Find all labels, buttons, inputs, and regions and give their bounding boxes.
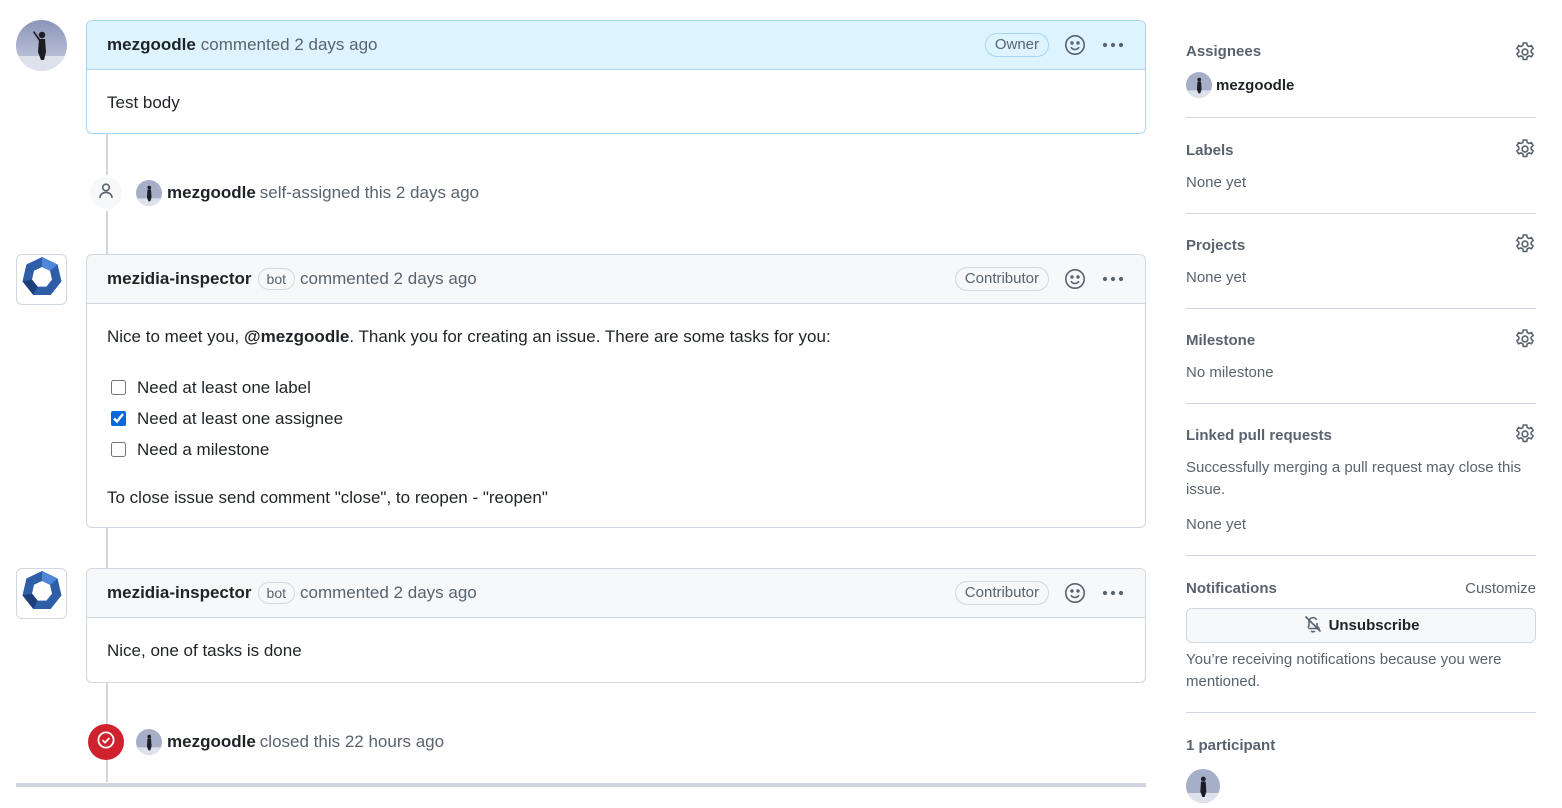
bot-badge: bot bbox=[257, 582, 296, 604]
smiley-icon[interactable] bbox=[1063, 581, 1087, 605]
bot-badge: bot bbox=[257, 268, 296, 290]
bot-avatar[interactable] bbox=[16, 254, 67, 305]
comment-timestamp[interactable]: commented 2 days ago bbox=[300, 269, 477, 289]
event-text: mezgoodle closed this 22 hours ago bbox=[167, 732, 444, 752]
task-checkbox[interactable] bbox=[111, 442, 126, 457]
timeline-event-assigned: mezgoodle self-assigned this 2 days ago bbox=[88, 175, 479, 211]
sidebar-participants: 1 participant bbox=[1186, 713, 1536, 808]
comment-author[interactable]: mezgoodle bbox=[107, 35, 196, 55]
avatar[interactable] bbox=[136, 729, 162, 755]
timeline-event-closed: mezgoodle closed this 22 hours ago bbox=[88, 724, 444, 760]
gear-icon[interactable] bbox=[1514, 41, 1536, 63]
gear-icon[interactable] bbox=[1514, 423, 1536, 445]
linked-prs-value: None yet bbox=[1186, 516, 1247, 533]
event-text: mezgoodle self-assigned this 2 days ago bbox=[167, 183, 479, 203]
issue-closed-icon bbox=[96, 730, 116, 755]
bell-slash-icon bbox=[1303, 614, 1323, 638]
sidebar-labels: Labels None yet bbox=[1186, 118, 1536, 214]
heptagon-logo-icon bbox=[20, 255, 64, 304]
task-item: Need a milestone bbox=[111, 434, 1125, 465]
person-icon bbox=[97, 182, 115, 205]
event-description: closed this 22 hours ago bbox=[259, 732, 445, 751]
event-author[interactable]: mezgoodle bbox=[167, 732, 256, 751]
sidebar-milestone: Milestone No milestone bbox=[1186, 309, 1536, 404]
sidebar-title[interactable]: Linked pull requests bbox=[1186, 427, 1332, 444]
sidebar-title[interactable]: Assignees bbox=[1186, 43, 1261, 60]
avatar[interactable] bbox=[136, 180, 162, 206]
sidebar-notifications: Notifications Customize Unsubscribe You’… bbox=[1186, 556, 1536, 713]
sidebar-title[interactable]: Projects bbox=[1186, 237, 1245, 254]
comment-owner: mezgoodle commented 2 days ago Owner Tes… bbox=[86, 20, 1146, 134]
comment-outro: To close issue send comment "close", to … bbox=[107, 488, 548, 507]
heptagon-logo-icon bbox=[20, 569, 64, 618]
comment-header: mezgoodle commented 2 days ago Owner bbox=[87, 21, 1145, 70]
comment-header: mezidia-inspector bot commented 2 days a… bbox=[87, 255, 1145, 304]
task-list: Need at least one label Need at least on… bbox=[111, 372, 1125, 465]
assignee-name: mezgoodle bbox=[1216, 76, 1295, 94]
event-author[interactable]: mezgoodle bbox=[167, 183, 256, 202]
avatar bbox=[1186, 72, 1212, 98]
gear-icon[interactable] bbox=[1514, 138, 1536, 160]
contributor-badge: Contributor bbox=[954, 581, 1049, 605]
timeline-end-divider bbox=[16, 783, 1146, 787]
comment-author[interactable]: mezidia-inspector bbox=[107, 583, 252, 603]
task-label: Need at least one assignee bbox=[137, 408, 344, 428]
notifications-reason: You’re receiving notifications because y… bbox=[1186, 651, 1502, 690]
task-checkbox[interactable] bbox=[111, 380, 126, 395]
task-label: Need at least one label bbox=[137, 377, 311, 397]
event-description: self-assigned this 2 days ago bbox=[259, 183, 480, 202]
task-item: Need at least one assignee bbox=[111, 403, 1125, 434]
sidebar-title[interactable]: Milestone bbox=[1186, 332, 1255, 349]
sidebar-assignees: Assignees mezgoodle bbox=[1186, 0, 1536, 118]
gear-icon[interactable] bbox=[1514, 328, 1536, 350]
linked-prs-description: Successfully merging a pull request may … bbox=[1186, 459, 1522, 498]
task-item: Need at least one label bbox=[111, 372, 1125, 403]
contributor-badge: Contributor bbox=[954, 267, 1049, 291]
gear-icon[interactable] bbox=[1514, 233, 1536, 255]
sidebar-title[interactable]: Labels bbox=[1186, 142, 1234, 159]
comment-timestamp[interactable]: commented 2 days ago bbox=[201, 35, 378, 55]
projects-value: None yet bbox=[1186, 269, 1247, 286]
unsubscribe-label: Unsubscribe bbox=[1328, 617, 1420, 634]
comment-body: Nice, one of tasks is done bbox=[107, 641, 302, 660]
sidebar-linked-pull-requests: Linked pull requests Successfully mergin… bbox=[1186, 404, 1536, 556]
task-checkbox[interactable] bbox=[111, 411, 126, 426]
comment-bot: mezidia-inspector bot commented 2 days a… bbox=[86, 568, 1146, 683]
smiley-icon[interactable] bbox=[1063, 33, 1087, 57]
comment-timestamp[interactable]: commented 2 days ago bbox=[300, 583, 477, 603]
comment-bot: mezidia-inspector bot commented 2 days a… bbox=[86, 254, 1146, 528]
kebab-horizontal-icon[interactable] bbox=[1101, 581, 1125, 605]
milestone-value: No milestone bbox=[1186, 364, 1274, 381]
intro-suffix: . Thank you for creating an issue. There… bbox=[349, 327, 831, 346]
comment-intro: Nice to meet you, @mezgoodle. Thank you … bbox=[107, 326, 1125, 348]
smiley-icon[interactable] bbox=[1063, 267, 1087, 291]
bot-avatar[interactable] bbox=[16, 568, 67, 619]
sidebar-title: 1 participant bbox=[1186, 737, 1276, 754]
task-label: Need a milestone bbox=[137, 439, 270, 459]
comment-header: mezidia-inspector bot commented 2 days a… bbox=[87, 569, 1145, 618]
kebab-horizontal-icon[interactable] bbox=[1101, 267, 1125, 291]
comment-body: Test body bbox=[107, 93, 180, 112]
customize-link[interactable]: Customize bbox=[1465, 580, 1536, 597]
kebab-horizontal-icon[interactable] bbox=[1101, 33, 1125, 57]
comment-body: Nice to meet you, @mezgoodle. Thank you … bbox=[87, 304, 1145, 531]
comment-author[interactable]: mezidia-inspector bbox=[107, 269, 252, 289]
event-badge bbox=[88, 724, 124, 760]
intro-prefix: Nice to meet you, bbox=[107, 327, 245, 346]
labels-value: None yet bbox=[1186, 174, 1247, 191]
owner-badge: Owner bbox=[984, 33, 1049, 57]
unsubscribe-button[interactable]: Unsubscribe bbox=[1186, 608, 1536, 643]
sidebar-projects: Projects None yet bbox=[1186, 214, 1536, 309]
assignee-item[interactable]: mezgoodle bbox=[1186, 72, 1294, 98]
sidebar-title: Notifications bbox=[1186, 580, 1277, 597]
user-mention[interactable]: @mezgoodle bbox=[244, 327, 349, 346]
event-badge bbox=[88, 175, 124, 211]
participant-avatar[interactable] bbox=[1186, 769, 1220, 803]
avatar[interactable] bbox=[16, 20, 67, 71]
